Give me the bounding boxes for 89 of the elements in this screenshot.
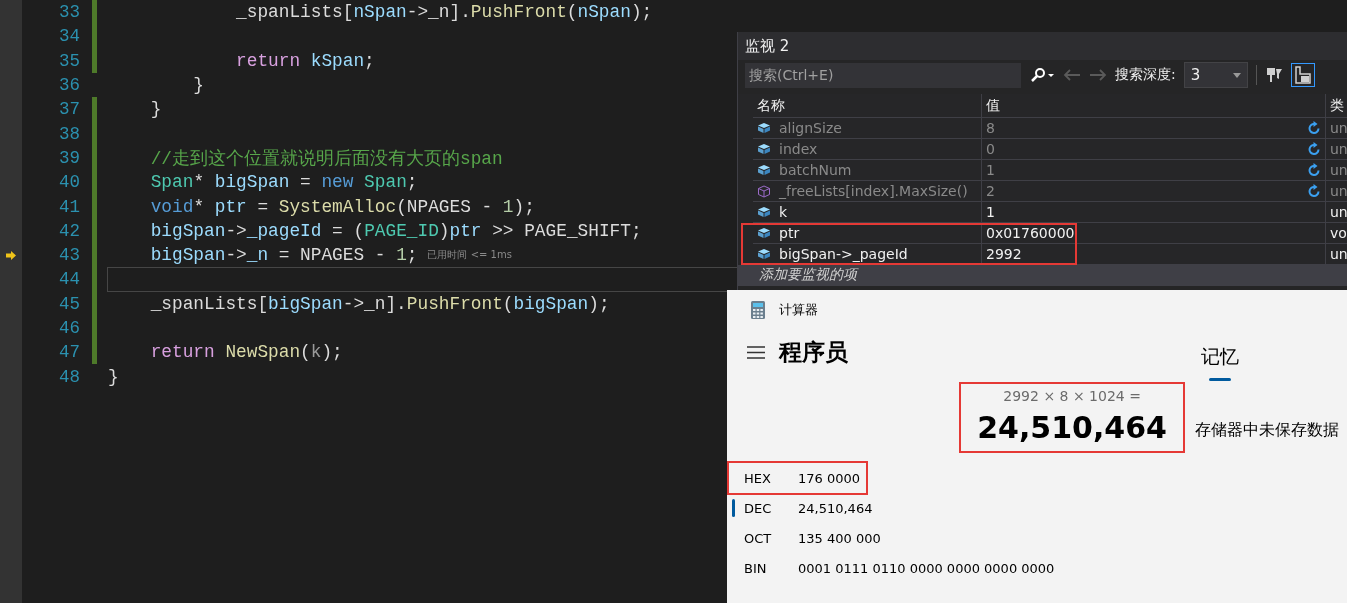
code-line: return NewSpan(k); bbox=[149, 342, 343, 363]
memory-tab[interactable]: 记忆 bbox=[1195, 330, 1245, 382]
variable-icon bbox=[757, 248, 771, 260]
line-number: 39 bbox=[58, 147, 80, 168]
memory-empty-message: 存储器中未保存数据 bbox=[1195, 420, 1340, 441]
line-number: 37 bbox=[58, 99, 80, 120]
watch-value: 8 bbox=[986, 120, 995, 136]
watch-value: 0x01760000 bbox=[986, 225, 1075, 241]
variable-icon bbox=[757, 206, 771, 218]
code-line: _spanLists[nSpan->_n].PushFront(nSpan); bbox=[235, 2, 653, 23]
watch-name: bigSpan->_pageId bbox=[779, 246, 908, 262]
pin-icon[interactable] bbox=[1264, 66, 1283, 84]
line-number: 43 bbox=[58, 245, 80, 266]
elapsed-time-hint: 已用时间 <= 1ms bbox=[427, 248, 512, 263]
watch-type: un bbox=[1330, 141, 1347, 157]
menu-icon[interactable] bbox=[747, 345, 765, 359]
line-number: 44 bbox=[58, 269, 80, 290]
code-line: } bbox=[149, 99, 162, 120]
column-header[interactable]: 值 bbox=[986, 96, 1000, 115]
code-line: } bbox=[108, 366, 119, 387]
watch-type: un bbox=[1330, 162, 1347, 178]
variable-icon bbox=[757, 122, 771, 134]
line-number: 45 bbox=[58, 293, 80, 314]
watch-type: un bbox=[1330, 183, 1347, 199]
line-number: 36 bbox=[58, 75, 80, 96]
watch-value: 2992 bbox=[986, 246, 1022, 262]
watch-type: un bbox=[1330, 204, 1347, 220]
search-field[interactable]: 搜索(Ctrl+E) bbox=[745, 62, 1021, 88]
line-number: 38 bbox=[58, 123, 80, 144]
code-line: _spanLists[bigSpan->_n].PushFront(bigSpan); bbox=[149, 293, 610, 314]
add-watch-row[interactable]: 添加要监视的项 bbox=[738, 265, 1347, 286]
variable-icon bbox=[757, 143, 771, 155]
view-toggle-icon[interactable] bbox=[1290, 63, 1315, 87]
radix-label[interactable]: HEX bbox=[735, 470, 798, 486]
expression: 2992 × 8 × 1024 = bbox=[1003, 388, 1141, 404]
watch-name: k bbox=[779, 204, 788, 220]
depth-dropdown[interactable]: 3 bbox=[1183, 62, 1248, 88]
search-icon[interactable] bbox=[1029, 67, 1055, 83]
line-number: 47 bbox=[58, 342, 80, 363]
window-title: 计算器 bbox=[779, 301, 818, 319]
code-line: //走到这个位置就说明后面没有大页的span bbox=[149, 147, 503, 170]
variable-icon bbox=[757, 227, 771, 239]
radix-value: 176 0000 bbox=[798, 470, 861, 486]
watch-value: 2 bbox=[986, 183, 995, 199]
watch-type: un bbox=[1330, 120, 1347, 136]
watch-value: 1 bbox=[986, 162, 995, 178]
line-number: 40 bbox=[58, 172, 80, 193]
calculator-icon bbox=[751, 301, 765, 319]
watch-name: index bbox=[779, 141, 818, 157]
line-number: 46 bbox=[58, 318, 80, 338]
line-number: 34 bbox=[58, 26, 80, 47]
watch-name: ptr bbox=[779, 225, 800, 241]
code-line: bigSpan->_pageId = (PAGE_ID)ptr >> PAGE_SHIFT; bbox=[149, 220, 642, 241]
line-number: 41 bbox=[58, 196, 80, 217]
code-line: void* ptr = SystemAlloc(NPAGES - 1); bbox=[149, 196, 535, 217]
watch-value: 0 bbox=[986, 141, 995, 157]
watch-type: vo bbox=[1330, 225, 1347, 241]
radix-value: 0001 0111 0110 0000 0000 0000 0000 bbox=[798, 560, 1055, 576]
caret-icon bbox=[1232, 72, 1241, 78]
watch-value: 1 bbox=[986, 204, 995, 220]
refresh-icon[interactable] bbox=[1308, 184, 1321, 198]
watch-name: alignSize bbox=[779, 120, 842, 136]
result-display: 24,510,464 bbox=[977, 410, 1167, 445]
refresh-icon[interactable] bbox=[1308, 121, 1321, 135]
refresh-icon[interactable] bbox=[1308, 142, 1321, 156]
radix-value: 135 400 000 bbox=[798, 530, 881, 546]
column-header[interactable]: 名称 bbox=[757, 96, 785, 115]
radix-label[interactable]: OCT bbox=[735, 530, 798, 546]
code-line: bigSpan->_n = NPAGES - 1; bbox=[149, 245, 418, 266]
column-header[interactable]: 类 bbox=[1330, 96, 1344, 115]
depth-label: 搜索深度: bbox=[1115, 66, 1176, 84]
radix-label[interactable]: BIN bbox=[735, 560, 798, 576]
radix-label[interactable]: DEC bbox=[735, 500, 798, 516]
watch-name: batchNum bbox=[779, 162, 852, 178]
code-line: } bbox=[192, 75, 205, 96]
line-number: 35 bbox=[58, 50, 80, 71]
code-line: Span* bigSpan = new Span; bbox=[149, 172, 418, 193]
refresh-icon[interactable] bbox=[1308, 163, 1321, 177]
variable-icon bbox=[757, 164, 771, 176]
mode-title: 程序员 bbox=[779, 337, 848, 367]
line-number: 42 bbox=[58, 220, 80, 241]
line-number: 33 bbox=[58, 2, 80, 23]
watch-type: un bbox=[1330, 246, 1347, 262]
radix-value: 24,510,464 bbox=[798, 500, 873, 516]
line-number: 48 bbox=[58, 366, 80, 387]
cube-outline-icon bbox=[757, 184, 771, 198]
watch-name: _freeLists[index].MaxSize() bbox=[779, 183, 968, 199]
code-line: return kSpan; bbox=[235, 50, 375, 71]
panel-title: 监视 2 bbox=[745, 36, 790, 56]
